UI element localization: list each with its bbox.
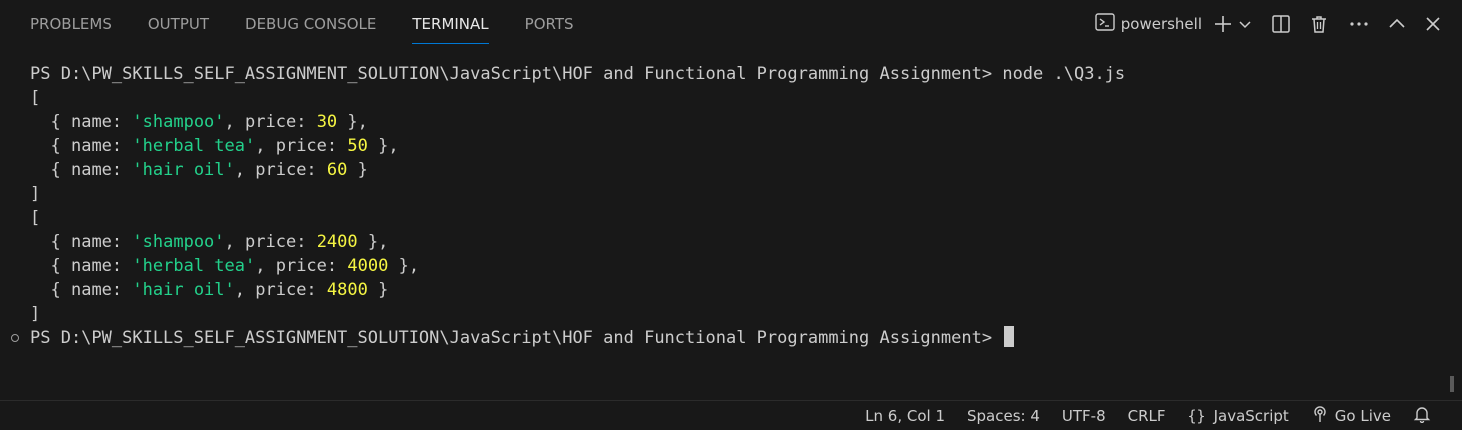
array-close-bracket: ]	[30, 184, 41, 204]
language-mode[interactable]: {} JavaScript	[1177, 402, 1300, 430]
split-terminal-button[interactable]	[1266, 9, 1296, 39]
terminal-dropdown-button[interactable]	[1234, 9, 1256, 39]
output-line: { name: 'herbal tea', price: 50 },	[50, 136, 399, 156]
output-line: { name: 'hair oil', price: 60 }	[50, 160, 368, 180]
prompt-text: PS D:\PW_SKILLS_SELF_ASSIGNMENT_SOLUTION…	[30, 328, 993, 348]
panel-tabs: PROBLEMS OUTPUT DEBUG CONSOLE TERMINAL P…	[12, 0, 592, 48]
line-ending[interactable]: CRLF	[1117, 402, 1177, 430]
go-live-button[interactable]: Go Live	[1300, 402, 1402, 430]
notifications-button[interactable]	[1402, 402, 1448, 430]
output-line: { name: 'hair oil', price: 4800 }	[50, 280, 389, 300]
command-text: node .\Q3.js	[1002, 64, 1126, 84]
command-decoration-icon[interactable]	[11, 334, 19, 342]
current-prompt-line: PS D:\PW_SKILLS_SELF_ASSIGNMENT_SOLUTION…	[30, 326, 1015, 350]
panel-header: PROBLEMS OUTPUT DEBUG CONSOLE TERMINAL P…	[0, 0, 1462, 48]
array-open-bracket: [	[30, 208, 41, 228]
close-icon	[1425, 16, 1441, 32]
plus-icon	[1213, 14, 1233, 34]
array-close-bracket: ]	[30, 304, 41, 324]
terminal-cursor	[1004, 326, 1015, 347]
bell-icon	[1413, 405, 1437, 427]
panel-actions: powershell	[1091, 0, 1448, 48]
terminal-output[interactable]: PS D:\PW_SKILLS_SELF_ASSIGNMENT_SOLUTION…	[0, 60, 1462, 400]
trash-icon	[1309, 14, 1329, 34]
chevron-down-icon	[1238, 17, 1252, 31]
add-terminal-button[interactable]	[1212, 9, 1234, 39]
terminal-scrollbar[interactable]	[1450, 376, 1454, 392]
split-icon	[1271, 14, 1291, 34]
tab-ports[interactable]: PORTS	[507, 0, 592, 48]
encoding[interactable]: UTF-8	[1051, 402, 1117, 430]
braces-icon: {}	[1187, 406, 1206, 425]
prompt-text: PS D:\PW_SKILLS_SELF_ASSIGNMENT_SOLUTION…	[30, 64, 993, 84]
tab-output[interactable]: OUTPUT	[130, 0, 227, 48]
language-label: JavaScript	[1213, 406, 1289, 425]
tab-terminal[interactable]: TERMINAL	[394, 0, 506, 48]
terminal-select-button[interactable]: powershell	[1091, 9, 1206, 39]
chevron-up-icon	[1388, 15, 1406, 33]
tab-debug-console[interactable]: DEBUG CONSOLE	[227, 0, 394, 48]
indentation[interactable]: Spaces: 4	[956, 402, 1051, 430]
go-live-label: Go Live	[1334, 406, 1391, 425]
vscode-panel: PROBLEMS OUTPUT DEBUG CONSOLE TERMINAL P…	[0, 0, 1462, 430]
output-line: { name: 'shampoo', price: 30 },	[50, 112, 368, 132]
terminal-icon	[1095, 13, 1115, 35]
command-line: PS D:\PW_SKILLS_SELF_ASSIGNMENT_SOLUTION…	[30, 62, 1125, 86]
maximize-panel-button[interactable]	[1382, 9, 1412, 39]
ellipsis-icon	[1349, 21, 1369, 27]
terminal-name: powershell	[1120, 15, 1202, 33]
close-panel-button[interactable]	[1418, 9, 1448, 39]
new-terminal-split	[1212, 9, 1256, 39]
status-bar: Ln 6, Col 1 Spaces: 4 UTF-8 CRLF {} Java…	[0, 400, 1462, 430]
broadcast-icon	[1311, 405, 1335, 427]
array-open-bracket: [	[30, 88, 41, 108]
kill-terminal-button[interactable]	[1304, 9, 1334, 39]
output-line: { name: 'shampoo', price: 2400 },	[50, 232, 389, 252]
output-line: { name: 'herbal tea', price: 4000 },	[50, 256, 420, 276]
tab-problems[interactable]: PROBLEMS	[12, 0, 130, 48]
more-actions-button[interactable]	[1344, 9, 1374, 39]
cursor-position[interactable]: Ln 6, Col 1	[854, 402, 956, 430]
